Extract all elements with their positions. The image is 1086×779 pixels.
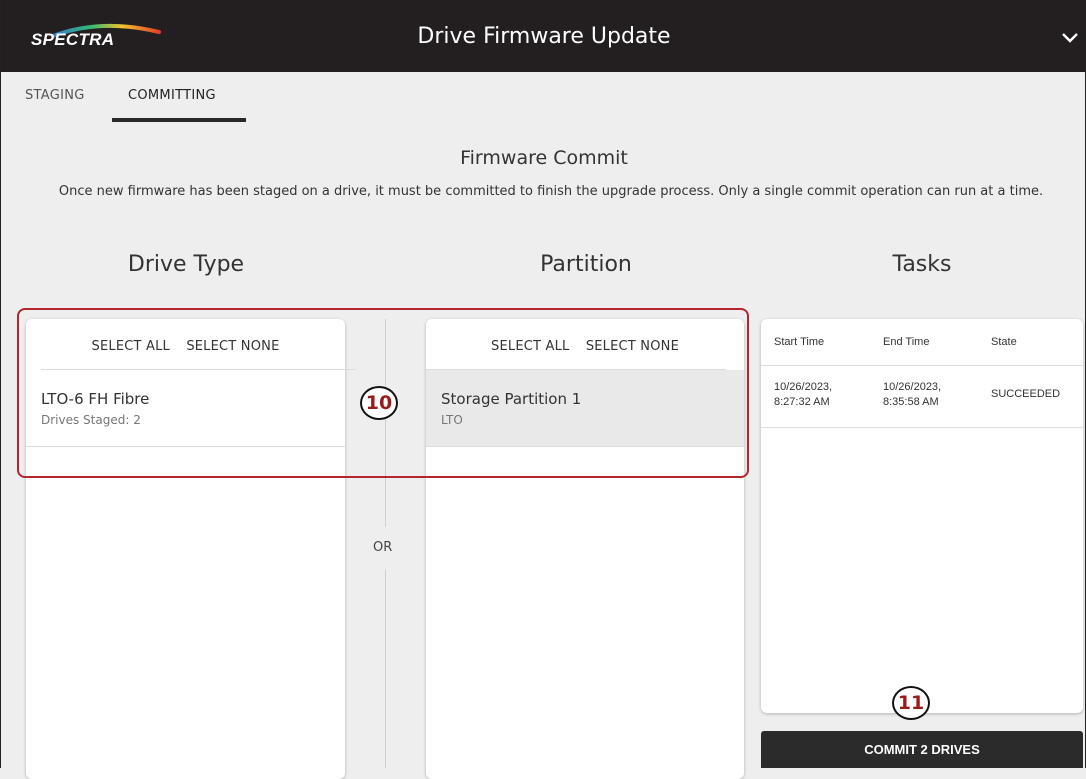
callout-badge: 10 [360,386,398,420]
drive-type-heading: Drive Type [127,252,245,277]
section-description: Once new firmware has been staged on a d… [58,184,1044,199]
task-end-time: 10/26/2023, 8:35:58 AM [883,381,942,408]
section-title: Firmware Commit [460,147,628,169]
tab-staging[interactable]: STAGING [25,88,85,103]
divider [761,365,1083,366]
chevron-down-icon[interactable] [1061,30,1079,44]
callout-badge: 11 [892,686,930,720]
tasks-column-header: Start Time [774,336,825,348]
page-title: Drive Firmware Update [417,24,671,49]
active-tab-indicator [112,118,246,122]
or-label: OR [373,540,393,555]
tasks-panel [761,319,1083,713]
task-state: SUCCEEDED [991,388,1061,400]
tab-bar: STAGING COMMITTING [1,72,1086,124]
app-header: SPECTRA Drive Firmware Update [1,0,1086,72]
tasks-column-header: State [991,336,1017,348]
partition-heading: Partition [540,252,632,277]
divider [761,427,1083,428]
tasks-column-header: End Time [883,336,930,348]
commit-drives-button[interactable]: COMMIT 2 DRIVES [761,731,1083,768]
tab-committing[interactable]: COMMITTING [128,88,216,103]
task-start-time: 10/26/2023, 8:27:32 AM [774,381,833,408]
tasks-heading: Tasks [892,252,952,277]
separator-line [385,570,386,768]
